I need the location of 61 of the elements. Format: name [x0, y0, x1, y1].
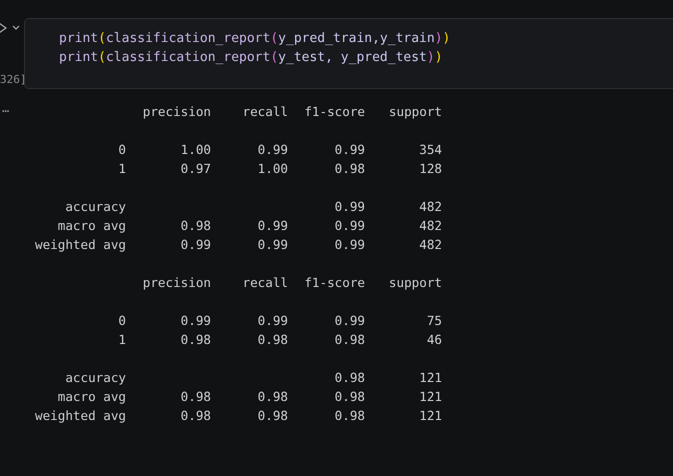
metric-value: 482	[419, 198, 442, 216]
row-label: weighted avg	[35, 407, 126, 425]
metric-value: 0.99	[258, 141, 288, 159]
metric-value: 0.98	[258, 407, 288, 425]
metric-value: 0.99	[258, 217, 288, 235]
metric-value: 0.99	[334, 217, 365, 235]
code-line: print(classification_report(y_test, y_pred_test))	[59, 49, 444, 67]
metric-value: 0.98	[334, 160, 365, 178]
run-icon[interactable]	[0, 22, 7, 34]
metric-value: 46	[426, 331, 442, 349]
metric-value: 1.00	[258, 160, 288, 178]
row-label: weighted avg	[35, 236, 126, 254]
metric-value: 0.99	[334, 312, 365, 330]
metric-value: 0.98	[258, 388, 288, 406]
column-header: support	[388, 274, 442, 292]
column-header: f1-score	[304, 274, 365, 292]
row-label: accuracy	[65, 198, 126, 216]
metric-value: 0.99	[334, 198, 365, 216]
metric-value: 0.98	[334, 407, 365, 425]
metric-value: 121	[419, 407, 442, 425]
row-label: 1	[118, 331, 126, 349]
metric-value: 0.98	[180, 331, 211, 349]
execution-count: 326]	[0, 73, 26, 86]
metric-value: 128	[419, 160, 442, 178]
metric-value: 1.00	[180, 141, 211, 159]
column-header: recall	[242, 103, 288, 121]
code-cell[interactable]: print(classification_report(y_pred_train,y_train)) print(classification_report(y_test, y_pred_test))	[24, 18, 673, 89]
row-label: macro avg	[58, 388, 126, 406]
metric-value: 354	[419, 141, 442, 159]
metric-value: 75	[426, 312, 442, 330]
column-header: f1-score	[304, 103, 365, 121]
column-header: precision	[142, 103, 211, 121]
row-label: 0	[118, 141, 126, 159]
row-label: 0	[118, 312, 126, 330]
metric-value: 0.98	[334, 369, 365, 387]
metric-value: 0.99	[180, 312, 211, 330]
metric-value: 0.99	[334, 236, 365, 254]
metric-value: 0.99	[258, 312, 288, 330]
column-header: recall	[242, 274, 288, 292]
metric-value: 0.98	[258, 331, 288, 349]
metric-value: 0.97	[180, 160, 211, 178]
metric-value: 0.98	[180, 407, 211, 425]
metric-value: 121	[419, 388, 442, 406]
metric-value: 482	[419, 236, 442, 254]
metric-value: 482	[419, 217, 442, 235]
metric-value: 0.98	[180, 217, 211, 235]
code-line: print(classification_report(y_pred_train,y_train))	[59, 30, 452, 48]
chevron-down-icon[interactable]	[12, 25, 20, 31]
column-header: precision	[142, 274, 211, 292]
row-label: 1	[118, 160, 126, 178]
row-label: macro avg	[58, 217, 126, 235]
output-menu-marker[interactable]: …	[2, 99, 10, 118]
metric-value: 0.98	[334, 331, 365, 349]
metric-value: 0.99	[180, 236, 211, 254]
row-label: accuracy	[65, 369, 126, 387]
column-header: support	[388, 103, 442, 121]
metric-value: 121	[419, 369, 442, 387]
metric-value: 0.98	[334, 388, 365, 406]
metric-value: 0.99	[258, 236, 288, 254]
metric-value: 0.98	[180, 388, 211, 406]
metric-value: 0.99	[334, 141, 365, 159]
